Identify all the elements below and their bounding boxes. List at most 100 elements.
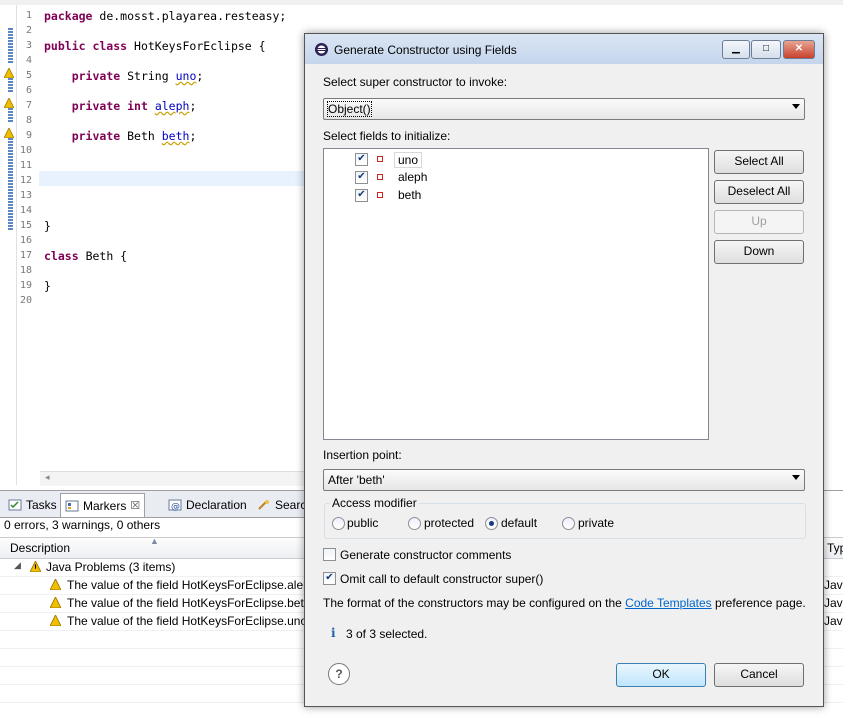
current-line-highlight: [39, 171, 319, 186]
keyword: public class: [44, 39, 128, 53]
code-line-field-beth: private Beth beth;: [71, 129, 197, 143]
tab-label: Markers: [83, 498, 127, 513]
tab-markers[interactable]: Markers ☒: [60, 493, 146, 517]
checkbox-label: Omit call to default constructor super(): [340, 572, 544, 586]
ok-button[interactable]: OK: [616, 663, 706, 687]
code-line-close: }: [44, 219, 51, 233]
radio-button[interactable]: [562, 517, 575, 530]
tab-declaration[interactable]: @ Declaration: [164, 495, 251, 515]
warning-icon: [50, 579, 61, 590]
column-header-type[interactable]: Typ: [823, 541, 843, 555]
column-header-description[interactable]: Description: [10, 541, 70, 555]
line-number: 10: [19, 145, 32, 156]
tab-tasks[interactable]: Tasks: [4, 495, 61, 515]
radio-label: private: [578, 516, 615, 530]
field-name: uno: [394, 152, 423, 168]
status-text: 3 of 3 selected.: [346, 627, 428, 641]
format-suffix: preference page.: [715, 596, 806, 610]
field-icon: [377, 192, 383, 198]
maximize-button[interactable]: □: [751, 40, 781, 59]
line-number: 20: [19, 295, 32, 306]
field-name: beth: [398, 188, 422, 202]
line-number: 8: [25, 115, 32, 126]
tab-search[interactable]: Searc: [253, 495, 310, 515]
line-number: 18: [19, 265, 32, 276]
code-line-field-aleph: private int aleph;: [71, 99, 197, 113]
down-button[interactable]: Down: [714, 240, 804, 264]
line-number: 2: [25, 25, 32, 36]
line-number: 4: [25, 55, 32, 66]
line-number: 13: [19, 190, 32, 201]
code-line-package: package de.mosst.playarea.resteasy;: [44, 9, 287, 23]
row-description: The value of the field HotKeysForEclipse…: [67, 596, 311, 610]
insertion-point-select[interactable]: After 'beth': [323, 469, 805, 491]
warning-icon[interactable]: [4, 98, 14, 108]
field-checkbox[interactable]: ✔: [355, 153, 368, 166]
warning-icon[interactable]: [4, 128, 14, 138]
code-templates-link[interactable]: Code Templates: [625, 596, 712, 610]
line-number: 7: [25, 100, 32, 111]
format-info-text: The format of the constructors may be co…: [323, 596, 813, 610]
tab-label: Declaration: [186, 498, 247, 512]
markers-icon: [65, 500, 79, 511]
horizontal-scrollbar[interactable]: ◂: [40, 471, 310, 486]
radio-label: default: [501, 516, 538, 530]
scroll-left-icon[interactable]: ◂: [45, 472, 50, 483]
warning-icon: [50, 615, 61, 626]
row-type: Java: [824, 578, 843, 592]
line-number: 12: [19, 175, 32, 186]
class-name: HotKeysForEclipse {: [134, 39, 266, 53]
group-label: Java Problems (3 items): [46, 560, 176, 574]
row-description: The value of the field HotKeysForEclipse…: [67, 614, 308, 628]
warning-icon: [30, 561, 41, 572]
type-name: int: [127, 99, 148, 113]
checkbox-label: Generate constructor comments: [340, 548, 512, 562]
help-icon[interactable]: ?: [328, 663, 350, 685]
change-marker: [8, 108, 13, 122]
deselect-all-button[interactable]: Deselect All: [714, 180, 804, 204]
radio-button[interactable]: [332, 517, 345, 530]
search-icon: [258, 500, 269, 510]
omit-super-checkbox[interactable]: ✔: [323, 572, 336, 585]
collapse-icon[interactable]: ◢: [14, 560, 21, 571]
code-line-close: }: [44, 279, 51, 293]
chevron-down-icon: [792, 104, 800, 109]
change-marker: [8, 27, 13, 63]
field-checkbox[interactable]: ✔: [355, 189, 368, 202]
line-number: 6: [25, 85, 32, 96]
radio-label: public: [347, 516, 379, 530]
row-description: The value of the field HotKeysForEclipse…: [67, 578, 310, 592]
code-line-field-uno: private String uno;: [71, 69, 204, 83]
markers-summary: 0 errors, 3 warnings, 0 others: [4, 518, 161, 532]
dialog-title: Generate Constructor using Fields: [334, 43, 517, 57]
close-icon[interactable]: ☒: [130, 496, 140, 516]
tab-label: Tasks: [26, 498, 57, 512]
radio-button[interactable]: [485, 517, 498, 530]
up-button[interactable]: Up: [714, 210, 804, 234]
line-number: 14: [19, 205, 32, 216]
chevron-down-icon: [792, 475, 800, 480]
code-line-class: public class HotKeysForEclipse {: [44, 39, 266, 53]
row-type: Java: [824, 596, 843, 610]
radio-label: protected: [424, 516, 475, 530]
warning-icon[interactable]: [4, 68, 14, 78]
generate-comments-checkbox[interactable]: [323, 548, 336, 561]
field-name: beth: [161, 129, 190, 143]
line-number: 5: [25, 70, 32, 81]
select-all-button[interactable]: Select All: [714, 150, 804, 174]
minimize-button[interactable]: ▁: [722, 40, 750, 59]
field-checkbox[interactable]: ✔: [355, 171, 368, 184]
eclipse-icon: [315, 43, 328, 56]
field-name: aleph: [154, 99, 190, 113]
cancel-button[interactable]: Cancel: [714, 663, 804, 687]
line-number: 16: [19, 235, 32, 246]
close-button[interactable]: ✕: [783, 40, 815, 59]
keyword: private: [71, 99, 121, 113]
keyword: private: [71, 69, 121, 83]
type-name: String: [127, 69, 169, 83]
warning-icon: [50, 597, 61, 608]
radio-button[interactable]: [408, 517, 421, 530]
change-marker: [8, 78, 13, 92]
type-name: Beth: [127, 129, 155, 143]
super-constructor-select[interactable]: Object(): [323, 98, 805, 120]
